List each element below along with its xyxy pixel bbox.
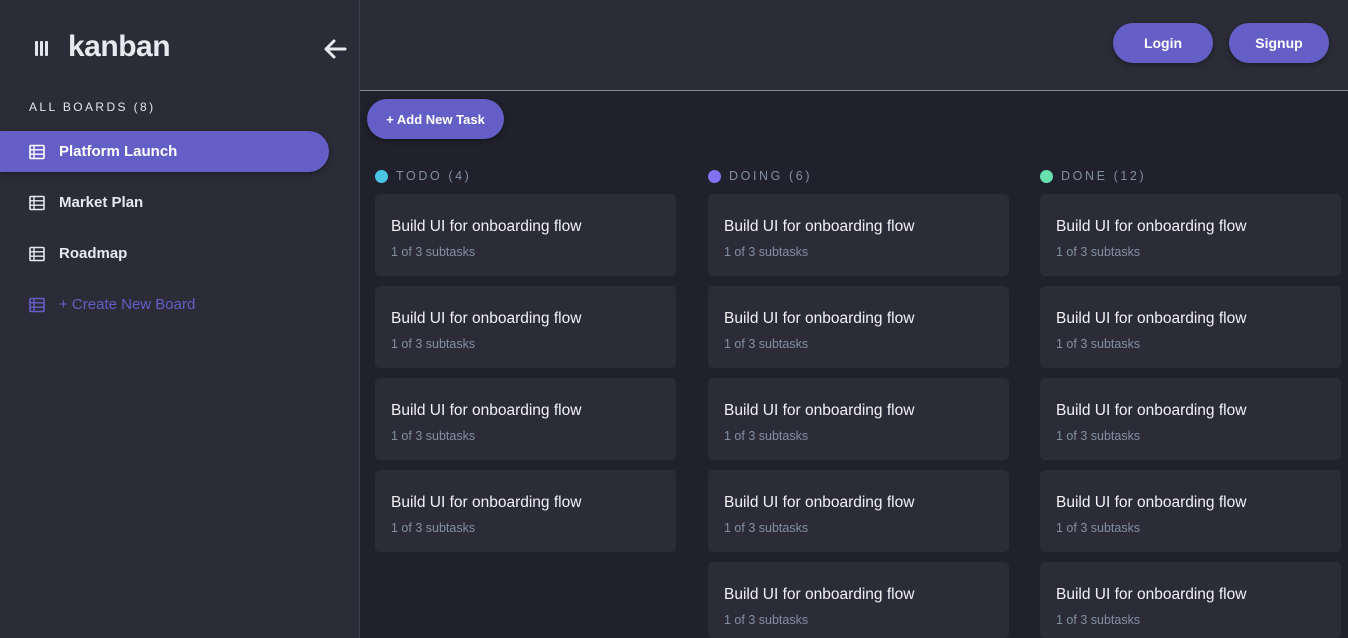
status-dot <box>708 169 721 183</box>
sidebar-item-label: Platform Launch <box>59 143 178 160</box>
column-title: TODO (4) <box>396 169 472 183</box>
task-card[interactable]: Build UI for onboarding flow 1 of 3 subt… <box>1040 194 1341 276</box>
all-boards-heading: ALL BOARDS (8) <box>29 100 156 114</box>
sidebar-item-label: Market Plan <box>59 194 144 211</box>
task-title: Build UI for onboarding flow <box>391 494 582 511</box>
signup-button[interactable]: Signup <box>1229 23 1329 63</box>
task-title: Build UI for onboarding flow <box>724 310 915 327</box>
task-card[interactable]: Build UI for onboarding flow 1 of 3 subt… <box>1040 562 1341 638</box>
task-title: Build UI for onboarding flow <box>724 494 915 511</box>
task-title: Build UI for onboarding flow <box>1056 310 1247 327</box>
task-subtasks: 1 of 3 subtasks <box>1056 613 1141 627</box>
task-card[interactable]: Build UI for onboarding flow 1 of 3 subt… <box>708 194 1009 276</box>
column-done: DONE (12) Build UI for onboarding flow 1… <box>1040 166 1341 638</box>
task-subtasks: 1 of 3 subtasks <box>391 429 476 443</box>
kanban-logo-icon <box>35 41 49 56</box>
sidebar-item-platform-launch[interactable]: Platform Launch <box>0 131 329 172</box>
column-header: DONE (12) <box>1040 166 1341 186</box>
task-subtasks: 1 of 3 subtasks <box>1056 337 1141 351</box>
task-card[interactable]: Build UI for onboarding flow 1 of 3 subt… <box>375 470 676 552</box>
task-subtasks: 1 of 3 subtasks <box>391 245 476 259</box>
login-button[interactable]: Login <box>1113 23 1213 63</box>
arrow-left-icon[interactable] <box>322 38 348 60</box>
task-card[interactable]: Build UI for onboarding flow 1 of 3 subt… <box>375 194 676 276</box>
task-title: Build UI for onboarding flow <box>724 586 915 603</box>
board-table-icon <box>29 195 45 210</box>
task-title: Build UI for onboarding flow <box>391 218 582 235</box>
task-card[interactable]: Build UI for onboarding flow 1 of 3 subt… <box>708 470 1009 552</box>
task-title: Build UI for onboarding flow <box>1056 218 1247 235</box>
column-header: DOING (6) <box>708 166 1009 186</box>
task-subtasks: 1 of 3 subtasks <box>724 521 809 535</box>
status-dot <box>375 169 388 183</box>
task-subtasks: 1 of 3 subtasks <box>724 613 809 627</box>
task-title: Build UI for onboarding flow <box>724 218 915 235</box>
task-card[interactable]: Build UI for onboarding flow 1 of 3 subt… <box>1040 470 1341 552</box>
task-title: Build UI for onboarding flow <box>391 402 582 419</box>
task-title: Build UI for onboarding flow <box>724 402 915 419</box>
sidebar: kanban ALL BOARDS (8) Platform Launch Ma… <box>0 0 360 638</box>
task-subtasks: 1 of 3 subtasks <box>1056 521 1141 535</box>
sidebar-item-market-plan[interactable]: Market Plan <box>0 182 329 223</box>
column-todo: TODO (4) Build UI for onboarding flow 1 … <box>375 166 676 552</box>
board-table-icon <box>29 297 45 312</box>
app-logo-text: kanban <box>68 30 171 63</box>
sidebar-item-roadmap[interactable]: Roadmap <box>0 233 329 274</box>
sidebar-item-label: Roadmap <box>59 245 128 262</box>
task-title: Build UI for onboarding flow <box>1056 402 1247 419</box>
task-card[interactable]: Build UI for onboarding flow 1 of 3 subt… <box>375 286 676 368</box>
status-dot <box>1040 169 1053 183</box>
task-subtasks: 1 of 3 subtasks <box>1056 429 1141 443</box>
add-new-task-button[interactable]: + Add New Task <box>367 99 504 139</box>
task-subtasks: 1 of 3 subtasks <box>724 337 809 351</box>
board-table-icon <box>29 144 45 159</box>
column-header: TODO (4) <box>375 166 676 186</box>
column-title: DONE (12) <box>1061 169 1147 183</box>
task-subtasks: 1 of 3 subtasks <box>1056 245 1141 259</box>
task-subtasks: 1 of 3 subtasks <box>724 429 809 443</box>
task-subtasks: 1 of 3 subtasks <box>391 521 476 535</box>
task-subtasks: 1 of 3 subtasks <box>724 245 809 259</box>
task-card[interactable]: Build UI for onboarding flow 1 of 3 subt… <box>708 286 1009 368</box>
logo-row: kanban <box>0 28 360 68</box>
task-title: Build UI for onboarding flow <box>1056 494 1247 511</box>
task-card[interactable]: Build UI for onboarding flow 1 of 3 subt… <box>1040 378 1341 460</box>
board-table-icon <box>29 246 45 261</box>
column-doing: DOING (6) Build UI for onboarding flow 1… <box>708 166 1009 638</box>
task-card[interactable]: Build UI for onboarding flow 1 of 3 subt… <box>708 378 1009 460</box>
create-new-board-label: + Create New Board <box>59 296 196 313</box>
column-title: DOING (6) <box>729 169 813 183</box>
create-new-board-button[interactable]: + Create New Board <box>0 284 329 325</box>
task-title: Build UI for onboarding flow <box>391 310 582 327</box>
task-card[interactable]: Build UI for onboarding flow 1 of 3 subt… <box>708 562 1009 638</box>
top-bar: Login Signup <box>360 0 1348 91</box>
task-subtasks: 1 of 3 subtasks <box>391 337 476 351</box>
task-card[interactable]: Build UI for onboarding flow 1 of 3 subt… <box>375 378 676 460</box>
task-card[interactable]: Build UI for onboarding flow 1 of 3 subt… <box>1040 286 1341 368</box>
task-title: Build UI for onboarding flow <box>1056 586 1247 603</box>
